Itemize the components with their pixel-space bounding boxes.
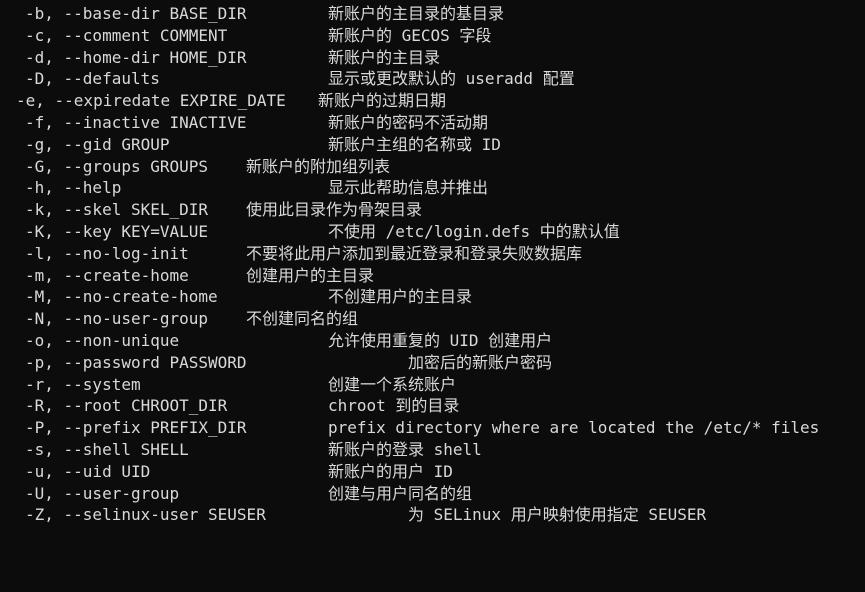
option-text: -h, --help	[25, 178, 122, 198]
option-text: -R, --root CHROOT_DIR	[25, 396, 228, 416]
description-text: 加密后的新账户密码	[408, 352, 553, 372]
description-text: 创建一个系统账户	[328, 374, 457, 394]
help-line-comment: -c, --comment COMMENT 新账户的 GECOS 字段	[0, 25, 865, 47]
description-text: 新账户的登录 shell	[328, 439, 482, 459]
option-text: -e, --expiredate EXPIRE_DATE	[16, 91, 286, 111]
description-text: 不要将此用户添加到最近登录和登录失败数据库	[246, 243, 583, 263]
option-text: -P, --prefix PREFIX_DIR	[25, 418, 247, 438]
option-text: -m, --create-home	[25, 265, 189, 285]
description-text: 不创建用户的主目录	[328, 287, 473, 307]
help-line-no-create-home: -M, --no-create-home 不创建用户的主目录	[0, 286, 865, 308]
help-line-system: -r, --system 创建一个系统账户	[0, 374, 865, 396]
help-line-no-user-group: -N, --no-user-group 不创建同名的组	[0, 308, 865, 330]
help-line-help: -h, --help 显示此帮助信息并推出	[0, 177, 865, 199]
option-text: -U, --user-group	[25, 483, 180, 503]
option-text: -f, --inactive INACTIVE	[25, 112, 247, 132]
help-line-home-dir: -d, --home-dir HOME_DIR 新账户的主目录	[0, 47, 865, 69]
option-text: -b, --base-dir BASE_DIR	[25, 4, 247, 23]
option-text: -r, --system	[25, 374, 141, 394]
description-text: 显示此帮助信息并推出	[328, 178, 489, 198]
option-text: -o, --non-unique	[25, 330, 180, 350]
option-text: -s, --shell SHELL	[25, 439, 189, 459]
help-line-key: -K, --key KEY=VALUE 不使用 /etc/login.defs …	[0, 221, 865, 243]
help-line-expiredate: -e, --expiredate EXPIRE_DATE 新账户的过期日期	[0, 90, 865, 112]
help-line-selinux-user: -Z, --selinux-user SEUSER 为 SELinux 用户映射…	[0, 504, 865, 526]
option-text: -Z, --selinux-user SEUSER	[25, 505, 266, 525]
option-text: -c, --comment COMMENT	[25, 25, 228, 45]
description-text: 使用此目录作为骨架目录	[246, 200, 423, 220]
help-line-user-group: -U, --user-group 创建与用户同名的组	[0, 483, 865, 505]
help-line-create-home: -m, --create-home 创建用户的主目录	[0, 265, 865, 287]
description-text: chroot 到的目录	[328, 396, 460, 416]
description-text: 新账户主组的名称或 ID	[328, 134, 501, 154]
help-line-shell: -s, --shell SHELL 新账户的登录 shell	[0, 439, 865, 461]
description-text: 新账户的 GECOS 字段	[328, 25, 492, 45]
option-text: -d, --home-dir HOME_DIR	[25, 47, 247, 67]
option-text: -g, --gid GROUP	[25, 134, 170, 154]
description-text: 新账户的主目录	[328, 47, 441, 67]
help-line-base-dir: -b, --base-dir BASE_DIR 新账户的主目录的基目录	[0, 3, 865, 25]
description-text: 为 SELinux 用户映射使用指定 SEUSER	[408, 505, 707, 525]
option-text: -k, --skel SKEL_DIR	[25, 200, 209, 220]
description-text: 新账户的用户 ID	[328, 461, 453, 481]
help-line-prefix: -P, --prefix PREFIX_DIR prefix directory…	[0, 417, 865, 439]
help-line-uid: -u, --uid UID 新账户的用户 ID	[0, 461, 865, 483]
option-text: -u, --uid UID	[25, 461, 151, 481]
option-text: -N, --no-user-group	[25, 309, 209, 329]
option-text: -K, --key KEY=VALUE	[25, 221, 209, 241]
help-line-non-unique: -o, --non-unique 允许使用重复的 UID 创建用户	[0, 330, 865, 352]
option-text: -M, --no-create-home	[25, 287, 218, 307]
description-text: 新账户的主目录的基目录	[328, 4, 505, 23]
description-text: 创建用户的主目录	[246, 265, 375, 285]
option-text: -D, --defaults	[25, 69, 160, 89]
help-line-root: -R, --root CHROOT_DIR chroot 到的目录	[0, 395, 865, 417]
description-text: 不创建同名的组	[246, 309, 359, 329]
description-text: 不使用 /etc/login.defs 中的默认值	[328, 221, 620, 241]
help-line-groups: -G, --groups GROUPS 新账户的附加组列表	[0, 156, 865, 178]
terminal-output: -b, --base-dir BASE_DIR 新账户的主目录的基目录 -c, …	[0, 0, 865, 535]
description-text: 允许使用重复的 UID 创建用户	[328, 330, 553, 350]
option-text: -p, --password PASSWORD	[25, 352, 247, 372]
help-line-inactive: -f, --inactive INACTIVE 新账户的密码不活动期	[0, 112, 865, 134]
help-line-skel: -k, --skel SKEL_DIR 使用此目录作为骨架目录	[0, 199, 865, 221]
description-text: 新账户的密码不活动期	[328, 112, 489, 132]
help-line-defaults: -D, --defaults 显示或更改默认的 useradd 配置	[0, 68, 865, 90]
description-text: 创建与用户同名的组	[328, 483, 473, 503]
option-text: -l, --no-log-init	[25, 243, 189, 263]
option-text: -G, --groups GROUPS	[25, 156, 209, 176]
help-line-no-log-init: -l, --no-log-init 不要将此用户添加到最近登录和登录失败数据库	[0, 243, 865, 265]
help-line-password: -p, --password PASSWORD 加密后的新账户密码	[0, 352, 865, 374]
description-text: prefix directory where are located the /…	[328, 418, 820, 438]
help-line-gid: -g, --gid GROUP 新账户主组的名称或 ID	[0, 134, 865, 156]
description-text: 显示或更改默认的 useradd 配置	[328, 69, 575, 89]
description-text: 新账户的附加组列表	[246, 156, 391, 176]
description-text: 新账户的过期日期	[318, 91, 447, 111]
